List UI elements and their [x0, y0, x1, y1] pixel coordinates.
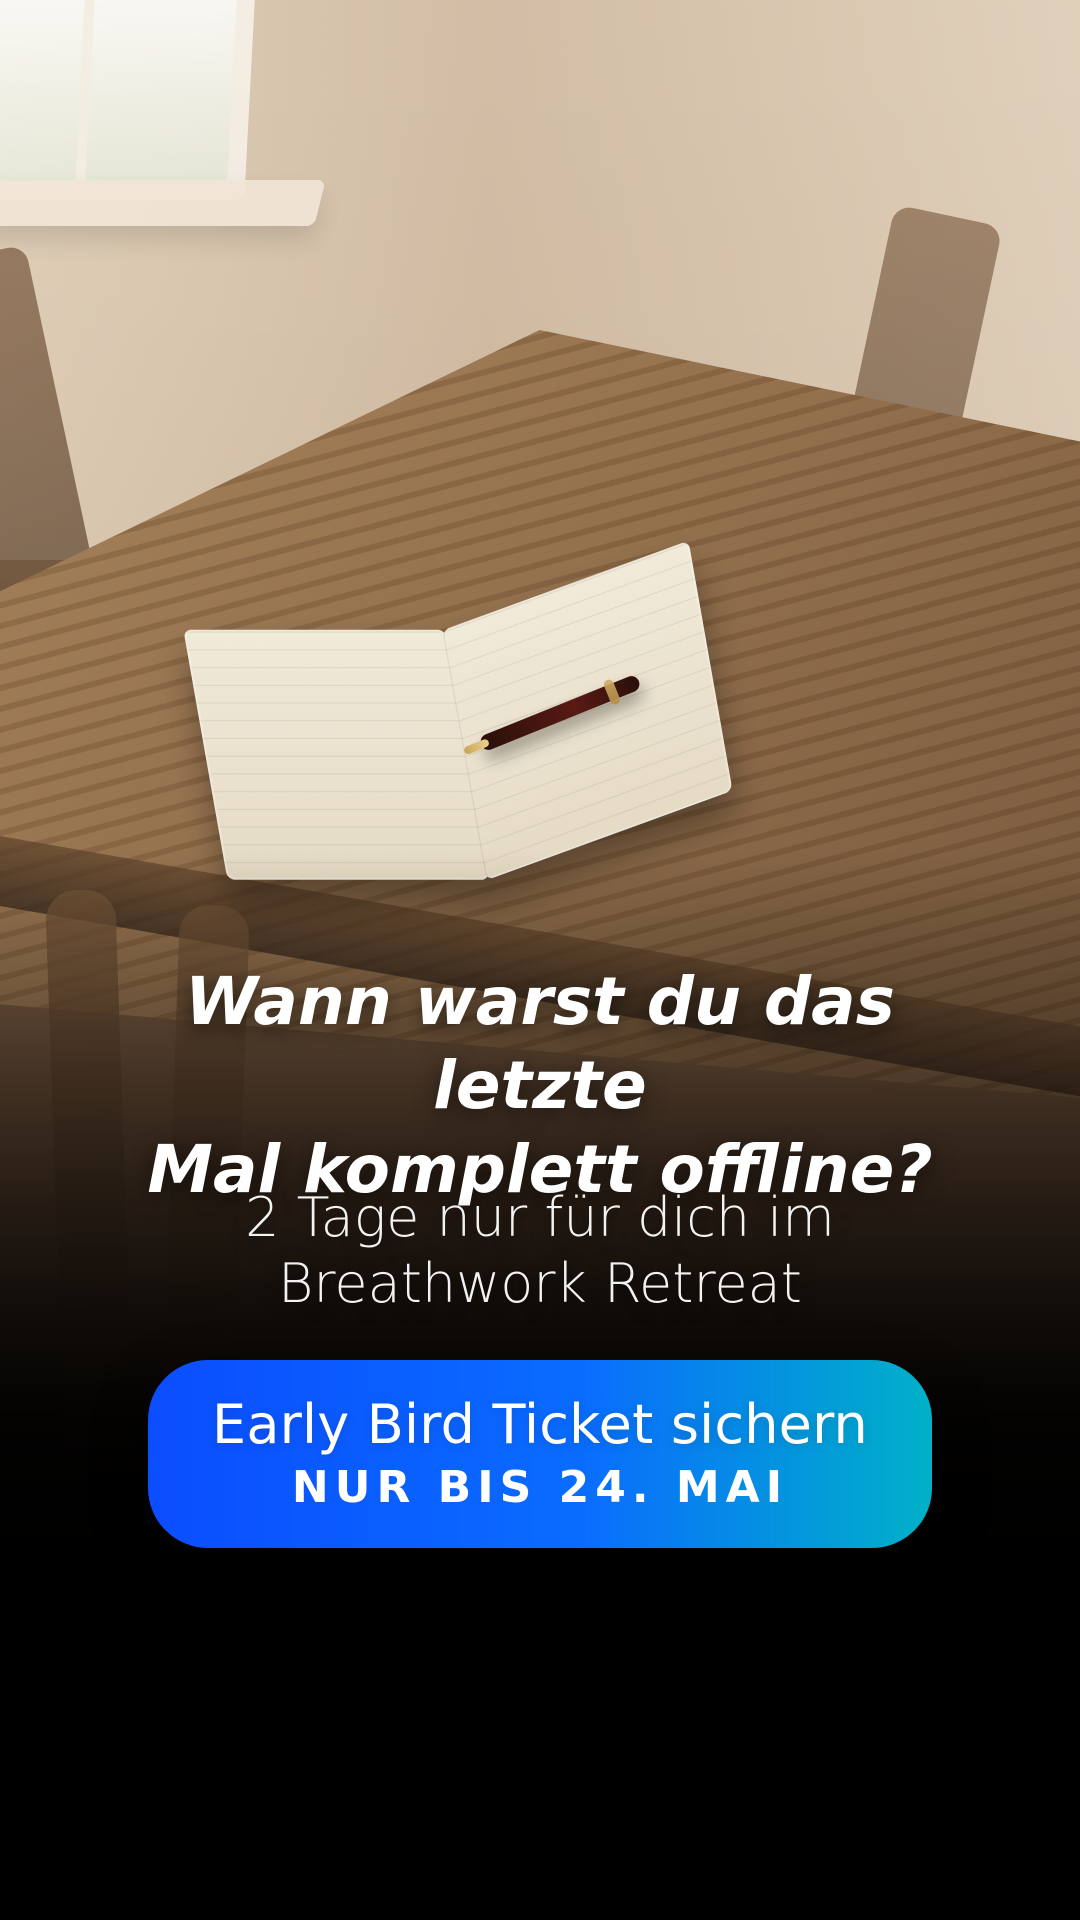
headline: Wann warst du das letzte Mal komplett of… — [70, 960, 1010, 1212]
subline-line-1: 2 Tage nur für dich im — [245, 1186, 835, 1249]
early-bird-ticket-button[interactable]: Early Bird Ticket sichern NUR BIS 24. MA… — [148, 1360, 932, 1548]
cta-line-2: NUR BIS 24. MAI — [291, 1462, 789, 1513]
subline: 2 Tage nur für dich im Breathwork Retrea… — [100, 1185, 980, 1317]
headline-line-1: Wann warst du das letzte — [185, 963, 895, 1124]
cta-content: Early Bird Ticket sichern NUR BIS 24. MA… — [148, 1360, 932, 1548]
ad-canvas: Wann warst du das letzte Mal komplett of… — [0, 0, 1080, 1920]
subline-line-2: Breathwork Retreat — [278, 1252, 802, 1315]
cta-line-1: Early Bird Ticket sichern — [212, 1393, 868, 1456]
